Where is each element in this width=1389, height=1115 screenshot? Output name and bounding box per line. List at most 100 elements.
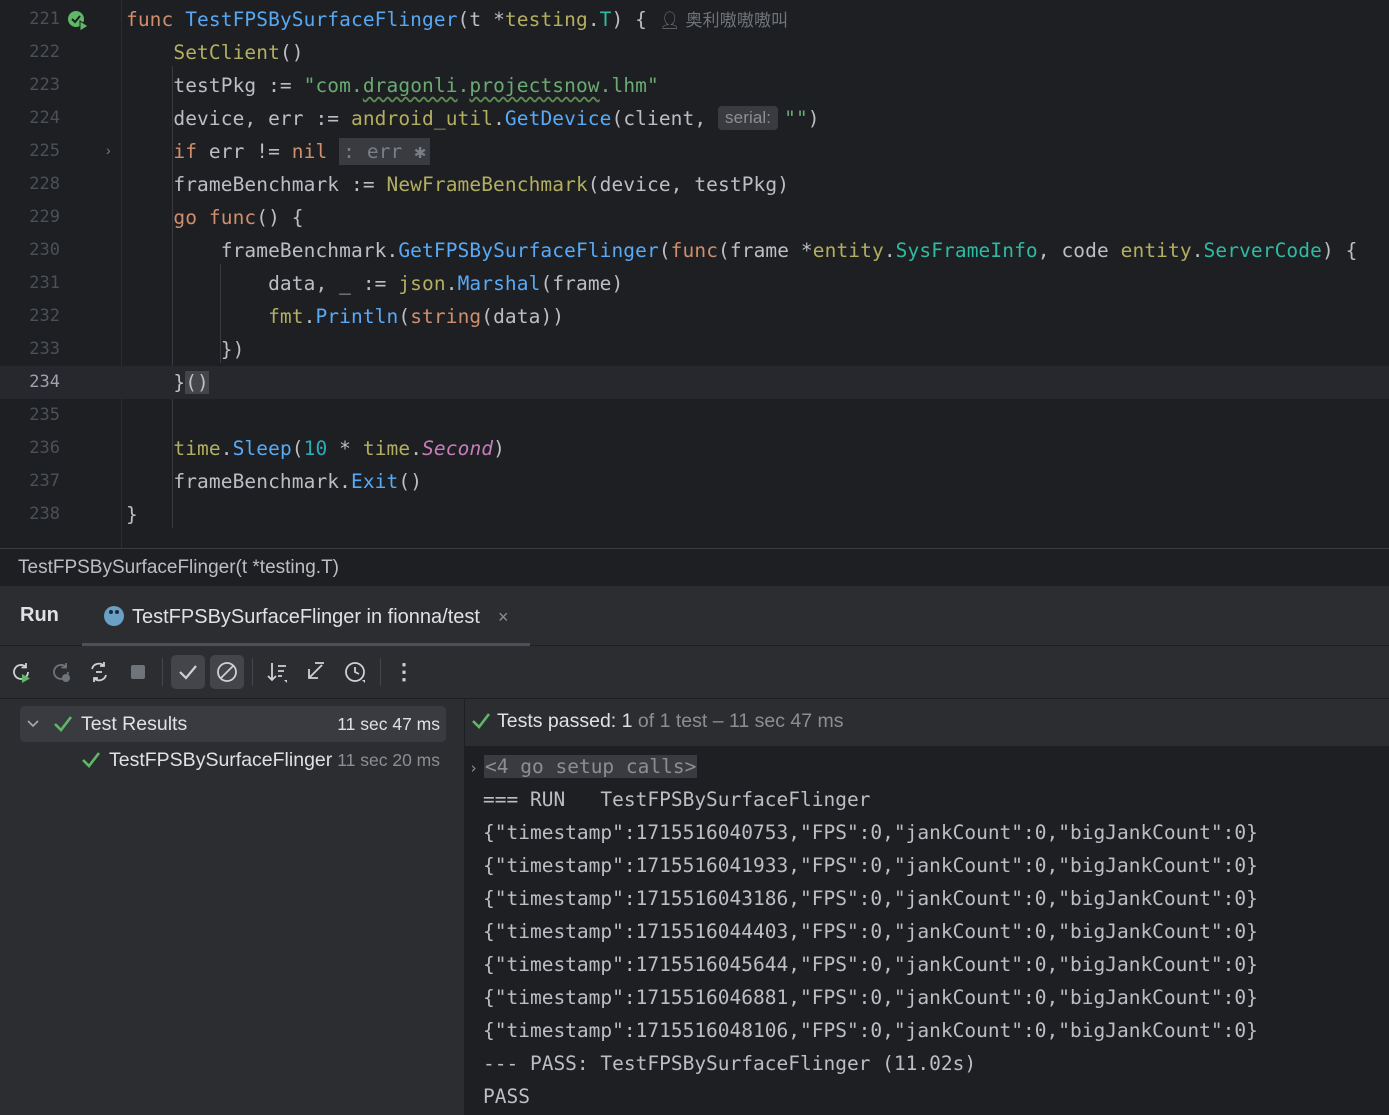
collapse-all-button[interactable]	[298, 655, 332, 689]
tree-row-test[interactable]: TestFPSBySurfaceFlinger 11 sec 20 ms	[20, 742, 446, 778]
passed-check-icon	[54, 716, 73, 732]
status-label: Tests passed:	[497, 710, 622, 732]
code-text: testPkg := "com.dragonli.projectsnow.lhm…	[173, 74, 659, 97]
toolbar-separator	[162, 658, 163, 686]
tab-label: TestFPSBySurfaceFlinger in fionna/test	[132, 606, 480, 628]
rerun-failed-button[interactable]	[44, 655, 78, 689]
code-line: 225 if err != nil : err ✱	[0, 135, 1389, 168]
line-number: 238	[29, 504, 60, 524]
test-results-tree[interactable]: Test Results 11 sec 47 ms TestFPSBySurfa…	[0, 699, 464, 1115]
duration: 11 sec 47 ms	[337, 714, 440, 734]
matched-paren: ()	[185, 371, 209, 394]
line-number: 235	[29, 405, 60, 425]
console-output[interactable]: Tests passed: 1 of 1 test – 11 sec 47 ms…	[465, 699, 1389, 1115]
setup-calls-fold[interactable]: <4 go setup calls>	[484, 755, 698, 778]
console-line: {"timestamp":1715516045644,"FPS":0,"jank…	[483, 953, 1258, 976]
console-line: {"timestamp":1715516044403,"FPS":0,"jank…	[483, 920, 1258, 943]
toolbar-separator	[252, 658, 253, 686]
test-status-bar: Tests passed: 1 of 1 test – 11 sec 47 ms	[465, 699, 1389, 746]
code-text: }	[126, 503, 138, 526]
code-line: 233 })	[0, 333, 1389, 366]
folded-region[interactable]: : err ✱	[339, 138, 431, 165]
line-number: 234	[29, 372, 60, 392]
duration: 11 sec 20 ms	[337, 750, 440, 770]
line-number: 231	[29, 273, 60, 293]
console-line: PASS	[483, 1085, 530, 1108]
code-line-current: 234 }()	[0, 366, 1389, 399]
code-line: 236 time.Sleep(10 * time.Second)	[0, 432, 1389, 465]
tree-row-test-results[interactable]: Test Results 11 sec 47 ms	[20, 706, 446, 742]
code-text: frameBenchmark.Exit()	[173, 470, 423, 493]
sort-button[interactable]	[260, 655, 294, 689]
run-tool-window-header: Run TestFPSBySurfaceFlinger in fionna/te…	[0, 586, 1389, 646]
console-line: {"timestamp":1715516041933,"FPS":0,"jank…	[483, 854, 1258, 877]
console-line: {"timestamp":1715516043186,"FPS":0,"jank…	[483, 887, 1258, 910]
code-text: time.Sleep(10 * time.Second)	[173, 437, 505, 460]
tree-label: Test Results	[81, 713, 188, 735]
line-number: 224	[29, 108, 60, 128]
line-number: 233	[29, 339, 60, 359]
console-line: {"timestamp":1715516048106,"FPS":0,"jank…	[483, 1019, 1258, 1042]
close-tab-icon[interactable]: ×	[498, 607, 509, 627]
status-count: 1	[621, 710, 633, 732]
code-line: 224 device, err := android_util.GetDevic…	[0, 102, 1389, 135]
code-text: SetClient()	[173, 41, 304, 64]
rerun-icon	[13, 663, 30, 683]
code-line: 223 testPkg := "com.dragonli.projectsnow…	[0, 69, 1389, 102]
code-line: 231 data, _ := json.Marshal(frame)	[0, 267, 1389, 300]
code-editor[interactable]: › 221 func TestFPSBySurfaceFlinger(t *te…	[0, 0, 1389, 548]
code-text: })	[220, 338, 245, 361]
rerun-failed-icon	[53, 663, 70, 682]
line-number: 221	[29, 9, 60, 29]
code-text: if err != nil : err ✱	[126, 135, 431, 168]
code-text: frameBenchmark.GetFPSBySurfaceFlinger(fu…	[220, 239, 1358, 262]
passed-check-icon	[472, 713, 491, 729]
console-line: {"timestamp":1715516046881,"FPS":0,"jank…	[483, 986, 1258, 1009]
toggle-auto-test-button[interactable]	[82, 655, 116, 689]
line-number: 232	[29, 306, 60, 326]
console-line: === RUN TestFPSBySurfaceFlinger	[483, 788, 871, 811]
run-toolbar: ⋮	[0, 646, 1389, 699]
breadcrumb-item[interactable]: TestFPSBySurfaceFlinger(t *testing.T)	[18, 557, 339, 578]
breadcrumb[interactable]: TestFPSBySurfaceFlinger(t *testing.T)	[0, 548, 1389, 586]
console-line: {"timestamp":1715516040753,"FPS":0,"jank…	[483, 821, 1258, 844]
show-ignored-toggle[interactable]	[210, 655, 244, 689]
code-text: data, _ := json.Marshal(frame)	[268, 272, 624, 295]
run-config-tab[interactable]: TestFPSBySurfaceFlinger in fionna/test ×	[82, 586, 531, 646]
code-line: 230 frameBenchmark.GetFPSBySurfaceFlinge…	[0, 234, 1389, 267]
line-number: 228	[29, 174, 60, 194]
tree-label: TestFPSBySurfaceFlinger	[109, 749, 333, 771]
stop-button[interactable]	[121, 655, 155, 689]
code-text: go func() {	[173, 206, 304, 229]
function-name[interactable]: TestFPSBySurfaceFlinger	[185, 8, 457, 31]
more-options-button[interactable]: ⋮	[387, 655, 421, 689]
code-line: 228 frameBenchmark := NewFrameBenchmark(…	[0, 168, 1389, 201]
line-number: 229	[29, 207, 60, 227]
rerun-button[interactable]	[4, 655, 38, 689]
passed-check-icon	[82, 752, 101, 768]
code-text: func TestFPSBySurfaceFlinger(t *testing.…	[126, 8, 789, 31]
code-line: 221 func TestFPSBySurfaceFlinger(t *test…	[0, 3, 1389, 36]
chevron-right-icon[interactable]: ›	[469, 759, 478, 777]
test-history-button[interactable]	[338, 655, 372, 689]
setup-calls-row[interactable]: › <4 go setup calls>	[469, 750, 698, 785]
clock-icon	[345, 662, 365, 683]
show-passed-toggle[interactable]	[171, 655, 205, 689]
line-number: 236	[29, 438, 60, 458]
code-line: 222 SetClient()	[0, 36, 1389, 69]
author-annotation[interactable]: 👤︎ 奥利嗷嗷嗷叫	[659, 11, 788, 30]
console-line: --- PASS: TestFPSBySurfaceFlinger (11.02…	[483, 1052, 977, 1075]
ignored-icon	[217, 662, 237, 682]
line-number: 225	[29, 141, 60, 161]
line-number: 223	[29, 75, 60, 95]
code-text: fmt.Println(string(data))	[268, 305, 565, 328]
code-text: device, err := android_util.GetDevice(cl…	[173, 106, 820, 130]
line-number: 222	[29, 42, 60, 62]
toolbar-separator	[380, 658, 381, 686]
code-line: 238 }	[0, 498, 1389, 531]
chevron-down-icon[interactable]	[26, 717, 40, 731]
line-number: 237	[29, 471, 60, 491]
code-text: }()	[173, 371, 209, 394]
code-line: 235	[0, 399, 1389, 432]
code-text: frameBenchmark := NewFrameBenchmark(devi…	[173, 173, 790, 196]
